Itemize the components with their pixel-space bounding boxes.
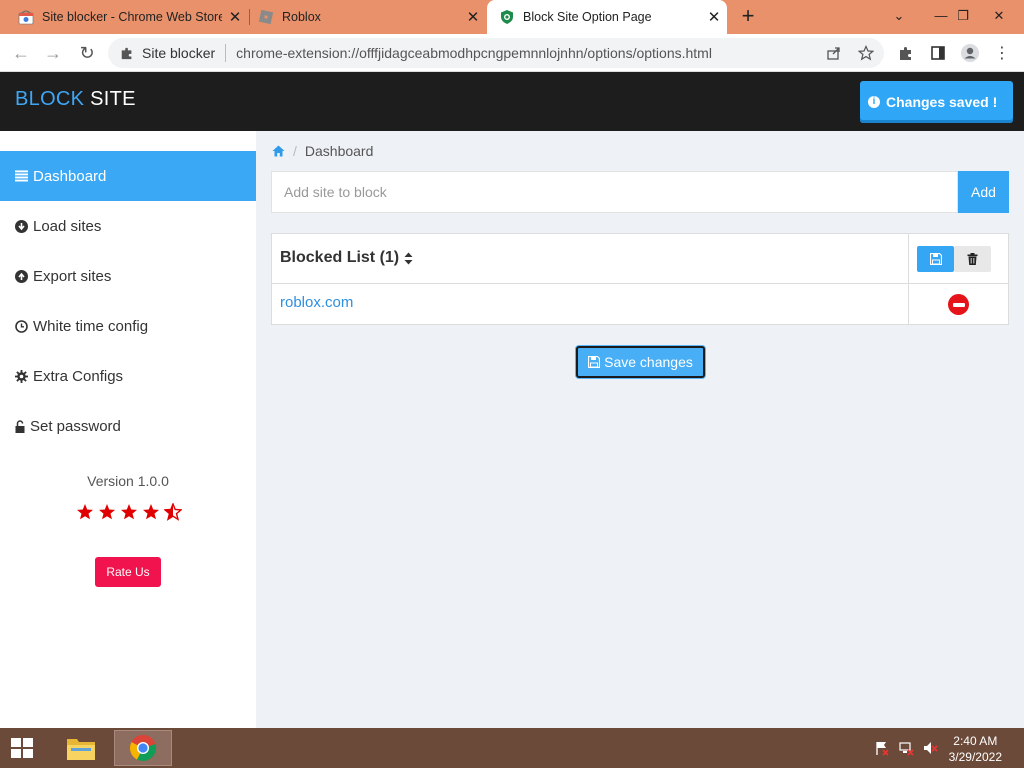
list-icon xyxy=(15,170,28,183)
sidebar-item-white-time-config[interactable]: White time config xyxy=(0,301,256,351)
file-explorer-icon[interactable] xyxy=(52,730,110,766)
sidebar-item-label: White time config xyxy=(33,317,149,335)
floppy-disk-icon xyxy=(929,253,942,265)
half-star-icon xyxy=(164,503,182,521)
close-tab-icon[interactable]: ✕ xyxy=(460,8,486,26)
omnibox-divider xyxy=(225,44,227,62)
sidebar-item-export-sites[interactable]: Export sites xyxy=(0,251,256,301)
extensions-puzzle-icon[interactable] xyxy=(896,43,916,63)
brand-block-text: BLOCK xyxy=(15,88,85,110)
sidebar-item-label: Set password xyxy=(30,417,121,435)
sidebar: Dashboard Load sites Export sites White … xyxy=(0,131,256,728)
network-icon[interactable] xyxy=(898,740,914,756)
system-clock[interactable]: 2:40 AM 3/29/2022 xyxy=(949,733,1002,765)
clock-time: 2:40 AM xyxy=(953,734,998,748)
sidebar-item-load-sites[interactable]: Load sites xyxy=(0,201,256,251)
save-changes-button[interactable]: Save changes xyxy=(576,346,705,378)
action-center-flag-icon[interactable] xyxy=(874,740,890,756)
kebab-menu-icon[interactable]: ⋮ xyxy=(992,43,1012,63)
sidebar-item-dashboard[interactable]: Dashboard xyxy=(0,151,256,201)
home-icon[interactable] xyxy=(272,145,285,157)
toast-message: Changes saved ! xyxy=(886,94,998,110)
address-bar[interactable]: Site blocker chrome-extension://offfjida… xyxy=(108,38,884,68)
download-circle-icon xyxy=(15,219,28,233)
tab-title: Site blocker - Chrome Web Store xyxy=(42,10,222,24)
delete-list-button[interactable] xyxy=(954,246,991,272)
star-icon xyxy=(77,504,93,520)
star-rating[interactable] xyxy=(76,503,182,521)
unlock-icon xyxy=(15,419,25,433)
save-changes-label: Save changes xyxy=(604,354,693,370)
rate-us-button[interactable]: Rate Us xyxy=(95,557,161,587)
sidebar-item-label: Dashboard xyxy=(33,167,107,185)
extension-name-chip: Site blocker xyxy=(142,45,216,61)
sidebar-item-label: Export sites xyxy=(33,267,112,285)
trash-icon xyxy=(967,253,978,265)
windows-taskbar: 2:40 AM 3/29/2022 xyxy=(0,728,1024,768)
breadcrumb-separator: / xyxy=(293,143,297,159)
sidebar-item-set-password[interactable]: Set password xyxy=(0,401,256,451)
close-tab-icon[interactable]: ✕ xyxy=(222,8,248,26)
gear-icon xyxy=(15,369,28,383)
table-header: Blocked List (1) xyxy=(272,234,1008,284)
star-icon xyxy=(121,504,137,520)
main-content: / Dashboard Add Blocked List (1) roblox.… xyxy=(256,131,1024,728)
close-window-button[interactable]: ✕ xyxy=(982,0,1016,34)
chrome-web-store-icon xyxy=(18,9,34,25)
info-icon: i xyxy=(868,96,880,108)
restore-window-button[interactable]: ❐ xyxy=(946,0,980,34)
extension-puzzle-icon xyxy=(120,46,134,60)
tab-roblox[interactable]: Roblox ✕ xyxy=(250,0,486,34)
shield-icon xyxy=(499,9,515,25)
remove-site-icon[interactable] xyxy=(948,294,969,315)
tab-title: Block Site Option Page xyxy=(523,10,652,24)
windows-start-icon[interactable] xyxy=(8,736,38,760)
browser-toolbar: ← → ↻ Site blocker chrome-extension://of… xyxy=(0,34,1024,72)
clock-icon xyxy=(15,319,28,333)
brand-logo: BLOCK SITE xyxy=(15,88,136,111)
blocked-list-header[interactable]: Blocked List (1) xyxy=(280,249,413,267)
blocked-list-title: Blocked List (1) xyxy=(280,249,400,266)
browser-tab-strip: Site blocker - Chrome Web Store ✕ Roblox… xyxy=(0,0,1024,34)
sidebar-item-label: Extra Configs xyxy=(33,367,124,385)
blocked-list-table: Blocked List (1) roblox.com xyxy=(271,233,1009,325)
upload-circle-icon xyxy=(15,269,28,283)
bookmark-star-icon[interactable] xyxy=(856,43,876,63)
changes-saved-toast: i Changes saved ! xyxy=(860,81,1013,123)
blocked-site-link[interactable]: roblox.com xyxy=(280,294,353,311)
sidebar-item-extra-configs[interactable]: Extra Configs xyxy=(0,351,256,401)
star-icon xyxy=(99,504,115,520)
close-tab-icon[interactable]: ✕ xyxy=(701,8,727,26)
side-panel-icon[interactable] xyxy=(928,43,948,63)
floppy-disk-icon xyxy=(588,356,601,368)
chrome-taskbar-icon[interactable] xyxy=(114,730,172,766)
new-tab-button[interactable]: + xyxy=(735,4,761,30)
share-icon[interactable] xyxy=(824,43,844,63)
table-row: roblox.com xyxy=(272,284,1008,324)
url-text: chrome-extension://offfjidagceabmodhpcng… xyxy=(236,45,712,61)
forward-arrow-icon[interactable]: → xyxy=(40,40,66,66)
sidebar-item-label: Load sites xyxy=(33,217,102,235)
roblox-icon xyxy=(258,9,274,25)
profile-avatar-icon[interactable] xyxy=(960,43,980,63)
breadcrumb: / Dashboard xyxy=(272,143,373,159)
add-site-button[interactable]: Add xyxy=(958,171,1009,213)
save-list-button[interactable] xyxy=(917,246,954,272)
tab-title: Roblox xyxy=(282,10,321,24)
tab-search-chevron-icon[interactable]: ⌄ xyxy=(882,0,916,34)
tab-chrome-web-store[interactable]: Site blocker - Chrome Web Store ✕ xyxy=(0,0,248,34)
back-arrow-icon[interactable]: ← xyxy=(8,40,34,66)
star-icon xyxy=(143,504,159,520)
version-text: Version 1.0.0 xyxy=(87,473,169,489)
tab-block-site-options[interactable]: Block Site Option Page ✕ xyxy=(487,0,727,34)
add-site-input[interactable] xyxy=(271,171,958,213)
brand-site-text: SITE xyxy=(84,88,136,110)
sort-icon xyxy=(404,252,413,265)
breadcrumb-current: Dashboard xyxy=(304,143,374,159)
clock-date: 3/29/2022 xyxy=(948,750,1002,764)
reload-icon[interactable]: ↻ xyxy=(74,40,100,66)
volume-muted-icon[interactable] xyxy=(922,740,938,756)
add-site-form: Add xyxy=(271,171,1009,213)
